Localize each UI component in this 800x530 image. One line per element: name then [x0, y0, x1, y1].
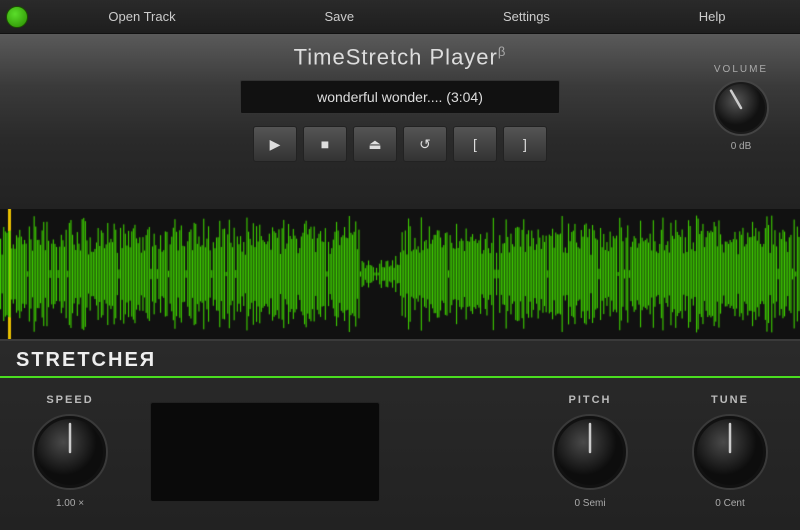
stop-button[interactable]: ■: [303, 126, 347, 162]
pitch-knob[interactable]: [550, 412, 630, 492]
volume-label: VOLUME: [714, 64, 768, 75]
tune-value: 0 Cent: [715, 498, 744, 509]
speed-label: SPEED: [46, 394, 93, 406]
volume-knob[interactable]: [712, 79, 770, 137]
logo-icon: [6, 6, 28, 28]
speed-value: 1.00 ×: [56, 498, 84, 509]
tune-group: TUNE 0 Cent: [690, 394, 770, 509]
tune-knob[interactable]: [690, 412, 770, 492]
mark-in-button[interactable]: [: [453, 126, 497, 162]
volume-section: VOLUME 0 dB: [712, 64, 770, 152]
display-box: [150, 402, 380, 502]
menu-settings[interactable]: Settings: [483, 0, 570, 33]
menu-items: Open Track Save Settings Help: [34, 0, 800, 33]
pitch-group: PITCH 0 Semi: [550, 394, 630, 509]
menu-open-track[interactable]: Open Track: [88, 0, 195, 33]
stretcher-title: STRETCHEЯ: [16, 349, 156, 371]
waveform-section[interactable]: [0, 209, 800, 339]
pitch-label: PITCH: [569, 394, 612, 406]
mark-out-button[interactable]: ]: [503, 126, 547, 162]
app-title: TimeStretch Playerβ: [294, 44, 507, 70]
menu-help[interactable]: Help: [679, 0, 746, 33]
stretcher-controls: SPEED 1.00 × PITCH: [0, 378, 800, 509]
tune-label: TUNE: [711, 394, 749, 406]
app-title-beta: β: [498, 44, 506, 59]
stretcher-right: PITCH 0 Semi TUNE: [550, 394, 770, 509]
logo-button[interactable]: [0, 0, 34, 34]
app-title-text: TimeStretch Player: [294, 44, 498, 69]
eject-button[interactable]: ⏏: [353, 126, 397, 162]
stretcher-header: STRETCHEЯ: [0, 341, 800, 378]
menu-save[interactable]: Save: [304, 0, 374, 33]
menu-bar: Open Track Save Settings Help: [0, 0, 800, 34]
track-display: wonderful wonder.... (3:04): [240, 80, 560, 114]
speed-group: SPEED 1.00 ×: [30, 394, 110, 509]
loop-button[interactable]: ↺: [403, 126, 447, 162]
stretcher-section: STRETCHEЯ SPEED 1.00 ×: [0, 339, 800, 530]
speed-knob[interactable]: [30, 412, 110, 492]
transport-controls: ▶ ■ ⏏ ↺ [ ]: [253, 126, 547, 162]
pitch-value: 0 Semi: [574, 498, 605, 509]
volume-value: 0 dB: [731, 141, 752, 152]
header-section: TimeStretch Playerβ wonderful wonder....…: [0, 34, 800, 209]
waveform-canvas: [0, 209, 800, 339]
play-button[interactable]: ▶: [253, 126, 297, 162]
